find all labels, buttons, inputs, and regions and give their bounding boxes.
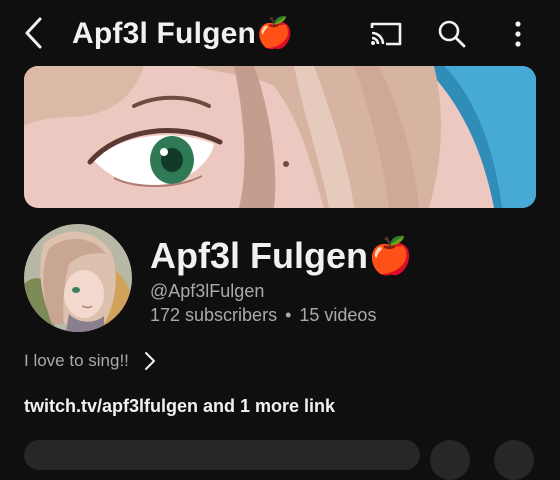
back-arrow-icon bbox=[25, 17, 42, 49]
subscriber-count: 172 subscribers bbox=[150, 305, 278, 325]
cast-icon bbox=[370, 22, 402, 46]
action-button[interactable] bbox=[494, 440, 534, 480]
stats-separator: • bbox=[285, 305, 292, 325]
channel-description-row[interactable]: I love to sing!! bbox=[24, 348, 157, 374]
page-title: Apf3l Fulgen🍎 bbox=[72, 17, 294, 50]
top-app-bar: Apf3l Fulgen🍎 bbox=[0, 0, 560, 66]
channel-handle: @Apf3lFulgen bbox=[150, 281, 265, 301]
search-icon bbox=[438, 20, 466, 48]
channel-stats: 172 subscribers • 15 videos bbox=[150, 304, 376, 326]
channel-avatar[interactable] bbox=[24, 224, 132, 332]
action-button[interactable] bbox=[430, 440, 470, 480]
channel-links[interactable]: twitch.tv/apf3lfulgen and 1 more link bbox=[24, 394, 335, 418]
back-button[interactable] bbox=[22, 16, 48, 50]
channel-banner bbox=[24, 66, 536, 208]
more-options-button[interactable] bbox=[498, 14, 538, 54]
channel-description: I love to sing!! bbox=[24, 351, 129, 370]
more-vert-icon bbox=[515, 21, 521, 47]
chevron-right-icon bbox=[144, 352, 155, 370]
cast-button[interactable] bbox=[366, 14, 406, 54]
video-count: 15 videos bbox=[299, 305, 377, 325]
subscribe-button[interactable] bbox=[24, 440, 420, 470]
channel-name: Apf3l Fulgen🍎 bbox=[150, 235, 413, 276]
search-button[interactable] bbox=[432, 14, 472, 54]
